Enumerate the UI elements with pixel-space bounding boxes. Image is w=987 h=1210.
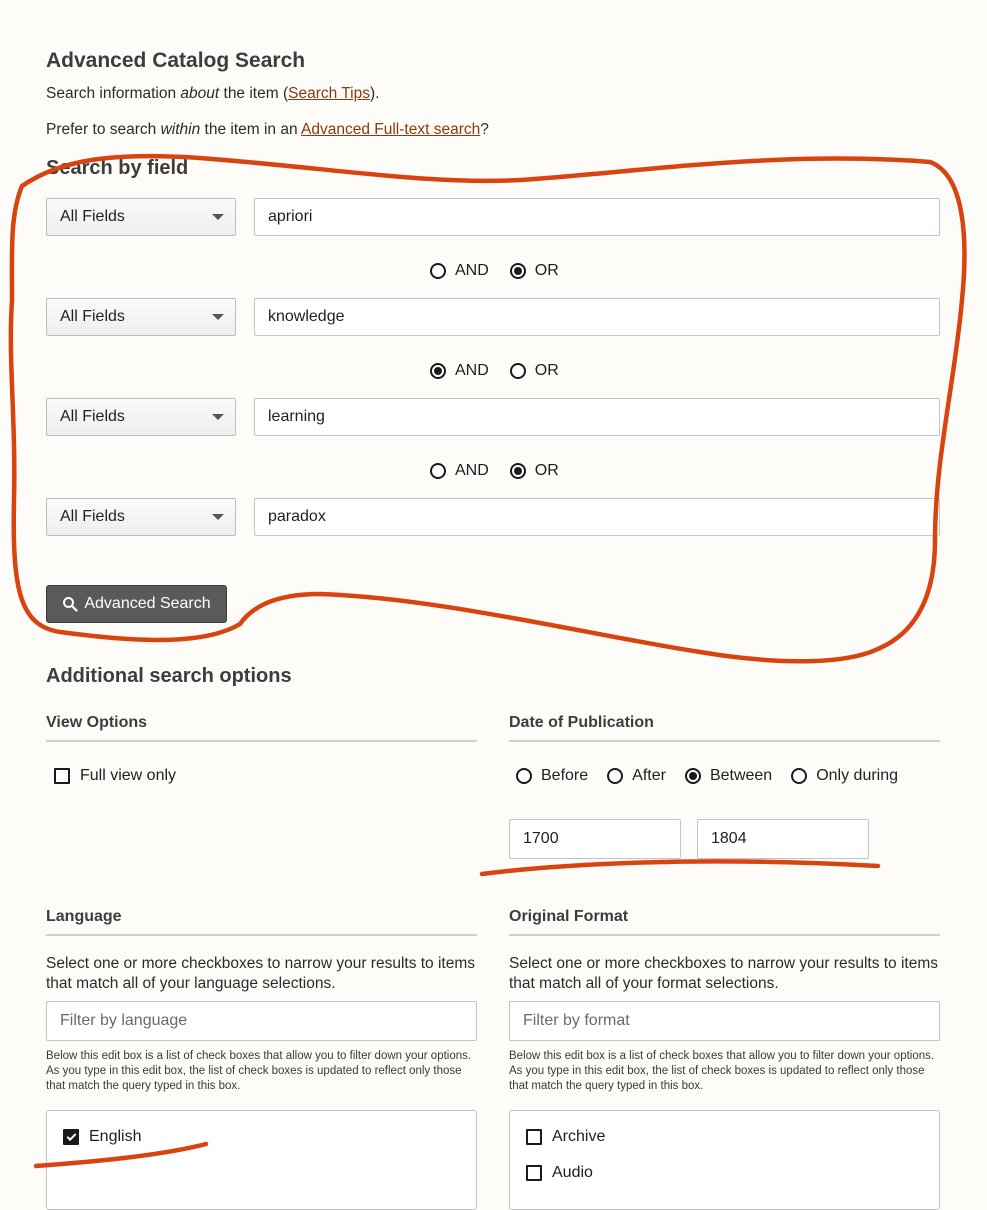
bool-and-3[interactable]: AND [430,462,489,480]
caret-down-icon [212,314,224,320]
search-by-field-heading: Search by field [46,157,189,179]
language-list: English [46,1110,477,1210]
bool-label: OR [534,462,559,479]
radio-selected-icon [509,263,526,279]
format-help-text: Below this edit box is a list of check b… [509,1050,935,1092]
date-before-radio[interactable]: Before [516,767,588,785]
bool-label: OR [534,362,559,379]
bool-group-1: AND OR [430,260,580,282]
full-view-checkbox[interactable]: Full view only [54,767,176,785]
intro-text: Prefer to search [46,121,161,138]
date-type-group: Before After Between Only during [516,767,898,785]
bool-and-2[interactable]: AND [430,362,489,380]
bool-label: AND [455,262,489,279]
advanced-search-label: Advanced Search [84,595,211,612]
date-between-radio[interactable]: Between [684,767,773,785]
intro-text: ). [369,85,380,102]
radio-icon [430,263,446,279]
field-select-value: All Fields [60,508,125,525]
search-input-4[interactable]: paradox [254,498,940,536]
advanced-search-button[interactable]: Advanced Search [46,585,227,623]
language-heading: Language [46,908,122,925]
format-archive-checkbox[interactable]: Archive [526,1128,605,1146]
additional-options-heading: Additional search options [46,665,292,687]
end-year-input[interactable]: 1804 [697,819,869,859]
radio-icon [516,768,532,784]
bool-or-1[interactable]: OR [509,262,559,280]
bool-or-2[interactable]: OR [509,362,559,380]
date-only-during-radio[interactable]: Only during [791,767,898,785]
radio-selected-icon [509,463,526,479]
caret-down-icon [212,514,224,520]
language-option-label: English [89,1128,142,1145]
language-filter-input[interactable]: Filter by language [46,1001,477,1041]
divider [46,934,477,936]
divider [46,740,477,742]
field-select-3[interactable]: All Fields [46,398,236,436]
field-select-value: All Fields [60,308,125,325]
radio-selected-icon [684,768,701,784]
annotation-underline-dates [479,859,881,877]
bool-label: AND [455,462,489,479]
date-option-label: Only during [816,767,899,784]
search-input-3[interactable]: learning [254,398,940,436]
format-heading: Original Format [509,908,629,925]
format-filter-input[interactable]: Filter by format [509,1001,940,1041]
date-option-label: Between [709,767,773,784]
intro-about: Search information about the item (Searc… [46,85,379,103]
language-description: Select one or more checkboxes to narrow … [46,955,476,992]
date-option-label: Before [541,767,589,784]
bool-label: AND [455,362,489,379]
date-option-label: After [632,767,666,784]
language-help-text: Below this edit box is a list of check b… [46,1050,472,1092]
bool-label: OR [534,262,559,279]
field-select-4[interactable]: All Fields [46,498,236,536]
divider [509,740,940,742]
search-tips-link[interactable]: Search Tips [288,85,370,102]
bool-and-1[interactable]: AND [430,262,489,280]
start-year-input[interactable]: 1700 [509,819,681,859]
intro-text: the item in an [200,121,302,138]
intro-text: ? [480,121,489,138]
caret-down-icon [212,414,224,420]
radio-icon [509,363,526,379]
bool-group-2: AND OR [430,360,580,382]
format-option-label: Archive [552,1128,606,1145]
format-list: Archive Audio [509,1110,940,1210]
search-icon [63,597,78,612]
checkbox-icon [526,1129,542,1145]
field-select-value: All Fields [60,208,125,225]
field-select-2[interactable]: All Fields [46,298,236,336]
intro-emphasis: about [180,85,220,102]
page-title: Advanced Catalog Search [46,49,306,72]
format-description: Select one or more checkboxes to narrow … [509,955,939,992]
bool-group-3: AND OR [430,460,580,482]
checkbox-icon [54,768,70,784]
intro-emphasis: within [160,121,201,138]
format-audio-checkbox[interactable]: Audio [526,1164,593,1182]
bool-or-3[interactable]: OR [509,462,559,480]
intro-text: the item ( [219,85,289,102]
checkbox-icon [526,1165,542,1181]
field-select-value: All Fields [60,408,125,425]
radio-icon [607,768,624,784]
language-english-checkbox[interactable]: English [63,1128,141,1146]
intro-text: Search information [46,85,181,102]
date-heading: Date of Publication [509,714,654,731]
search-input-2[interactable]: knowledge [254,298,940,336]
divider [509,934,940,936]
caret-down-icon [212,214,224,220]
radio-selected-icon [430,363,446,379]
checkbox-checked-icon [63,1129,79,1145]
view-options-heading: View Options [46,714,148,731]
intro-fulltext: Prefer to search within the item in an A… [46,121,489,139]
search-input-1[interactable]: apriori [254,198,940,236]
date-after-radio[interactable]: After [607,767,666,785]
full-view-label: Full view only [80,767,177,784]
field-select-1[interactable]: All Fields [46,198,236,236]
radio-icon [430,463,446,479]
radio-icon [791,768,808,784]
format-option-label: Audio [552,1164,593,1181]
fulltext-search-link[interactable]: Advanced Full-text search [301,121,480,138]
